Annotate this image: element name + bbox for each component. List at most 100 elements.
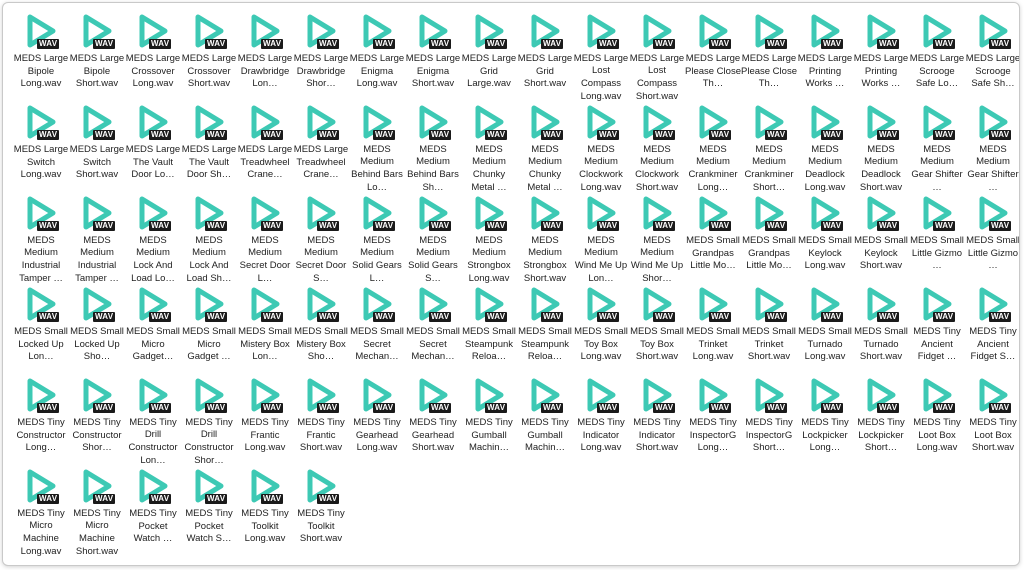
- wav-file-item[interactable]: WAV MEDS Small Turnado Long.wav: [797, 285, 853, 376]
- wav-file-item[interactable]: WAV MEDS Small Micro Gadget …: [181, 285, 237, 376]
- wav-file-item[interactable]: WAV MEDS Tiny Constructor Shor…: [69, 376, 125, 467]
- wav-file-item[interactable]: WAV MEDS Medium Strongbox Short.wav: [517, 194, 573, 285]
- wav-file-item[interactable]: WAV MEDS Small Keylock Short.wav: [853, 194, 909, 285]
- wav-file-item[interactable]: WAV MEDS Medium Industrial Tamper …: [13, 194, 69, 285]
- file-name-label: MEDS Large The Vault Door Lo…: [125, 144, 181, 181]
- wav-file-item[interactable]: WAV MEDS Tiny Micro Machine Short.wav: [69, 467, 125, 558]
- wav-file-item[interactable]: WAV MEDS Tiny Micro Machine Long.wav: [13, 467, 69, 558]
- wav-file-item[interactable]: WAV MEDS Small Steampunk Reloa…: [517, 285, 573, 376]
- wav-file-item[interactable]: WAV MEDS Small Mistery Box Lon…: [237, 285, 293, 376]
- wav-file-item[interactable]: WAV MEDS Large Lost Compass Short.wav: [629, 12, 685, 103]
- wav-file-item[interactable]: WAV MEDS Tiny Constructor Long…: [13, 376, 69, 467]
- wav-file-item[interactable]: WAV MEDS Medium Crankminer Short…: [741, 103, 797, 194]
- wav-file-item[interactable]: WAV MEDS Small Grandpas Little Mo…: [741, 194, 797, 285]
- wav-file-item[interactable]: WAV MEDS Medium Lock And Load Sh…: [181, 194, 237, 285]
- wav-file-item[interactable]: WAV MEDS Medium Clockwork Long.wav: [573, 103, 629, 194]
- wav-file-item[interactable]: WAV MEDS Small Trinket Short.wav: [741, 285, 797, 376]
- wav-file-item[interactable]: WAV MEDS Large Enigma Short.wav: [405, 12, 461, 103]
- wav-file-item[interactable]: WAV MEDS Tiny Ancient Fidget …: [909, 285, 965, 376]
- wav-file-item[interactable]: WAV MEDS Tiny Indicator Long.wav: [573, 376, 629, 467]
- wav-file-item[interactable]: WAV MEDS Medium Deadlock Short.wav: [853, 103, 909, 194]
- wav-file-item[interactable]: WAV MEDS Large The Vault Door Lo…: [125, 103, 181, 194]
- wav-file-item[interactable]: WAV MEDS Medium Behind Bars Lo…: [349, 103, 405, 194]
- wav-file-item[interactable]: WAV MEDS Small Trinket Long.wav: [685, 285, 741, 376]
- wav-file-item[interactable]: WAV MEDS Medium Wind Me Up Shor…: [629, 194, 685, 285]
- file-name-label: MEDS Large Crossover Long.wav: [125, 53, 181, 90]
- wav-file-item[interactable]: WAV MEDS Small Turnado Short.wav: [853, 285, 909, 376]
- wav-file-item[interactable]: WAV MEDS Medium Chunky Metal …: [517, 103, 573, 194]
- wav-file-item[interactable]: WAV MEDS Tiny InspectorG Long…: [685, 376, 741, 467]
- wav-file-item[interactable]: WAV MEDS Tiny Drill Constructor Lon…: [125, 376, 181, 467]
- wav-file-item[interactable]: WAV MEDS Large Bipole Long.wav: [13, 12, 69, 103]
- wav-file-item[interactable]: WAV MEDS Large Crossover Long.wav: [125, 12, 181, 103]
- wav-audio-file-icon: WAV: [248, 287, 284, 323]
- wav-file-item[interactable]: WAV MEDS Medium Industrial Tamper …: [69, 194, 125, 285]
- wav-file-item[interactable]: WAV MEDS Medium Secret Door S…: [293, 194, 349, 285]
- wav-file-item[interactable]: WAV MEDS Medium Lock And Load Lo…: [125, 194, 181, 285]
- wav-file-item[interactable]: WAV MEDS Large Lost Compass Long.wav: [573, 12, 629, 103]
- wav-file-item[interactable]: WAV MEDS Large Grid Large.wav: [461, 12, 517, 103]
- wav-file-item[interactable]: WAV MEDS Large Scrooge Safe Sh…: [965, 12, 1019, 103]
- wav-file-item[interactable]: WAV MEDS Large Crossover Short.wav: [181, 12, 237, 103]
- wav-file-item[interactable]: WAV MEDS Medium Gear Shifter …: [965, 103, 1019, 194]
- wav-file-item[interactable]: WAV MEDS Small Grandpas Little Mo…: [685, 194, 741, 285]
- wav-file-item[interactable]: WAV MEDS Large Please Close Th…: [685, 12, 741, 103]
- wav-file-item[interactable]: WAV MEDS Tiny Toolkit Long.wav: [237, 467, 293, 558]
- wav-file-item[interactable]: WAV MEDS Small Toy Box Long.wav: [573, 285, 629, 376]
- wav-file-item[interactable]: WAV MEDS Tiny Toolkit Short.wav: [293, 467, 349, 558]
- wav-file-item[interactable]: WAV MEDS Small Secret Mechan…: [405, 285, 461, 376]
- wav-file-item[interactable]: WAV MEDS Small Steampunk Reloa…: [461, 285, 517, 376]
- wav-file-item[interactable]: WAV MEDS Medium Solid Gears S…: [405, 194, 461, 285]
- wav-file-item[interactable]: WAV MEDS Large Printing Works …: [797, 12, 853, 103]
- wav-file-item[interactable]: WAV MEDS Small Secret Mechan…: [349, 285, 405, 376]
- wav-file-item[interactable]: WAV MEDS Large Scrooge Safe Lo…: [909, 12, 965, 103]
- wav-file-item[interactable]: WAV MEDS Small Keylock Long.wav: [797, 194, 853, 285]
- wav-file-item[interactable]: WAV MEDS Tiny Indicator Short.wav: [629, 376, 685, 467]
- wav-file-item[interactable]: WAV MEDS Large Switch Long.wav: [13, 103, 69, 194]
- wav-file-item[interactable]: WAV MEDS Small Little Gizmo …: [909, 194, 965, 285]
- wav-file-item[interactable]: WAV MEDS Tiny Gearhead Long.wav: [349, 376, 405, 467]
- wav-file-item[interactable]: WAV MEDS Tiny InspectorG Short…: [741, 376, 797, 467]
- wav-file-item[interactable]: WAV MEDS Tiny Loot Box Short.wav: [965, 376, 1019, 467]
- wav-file-item[interactable]: WAV MEDS Large Enigma Long.wav: [349, 12, 405, 103]
- wav-file-item[interactable]: WAV MEDS Small Micro Gadget…: [125, 285, 181, 376]
- wav-file-item[interactable]: WAV MEDS Large Printing Works …: [853, 12, 909, 103]
- wav-file-item[interactable]: WAV MEDS Tiny Gumball Machin…: [461, 376, 517, 467]
- wav-file-item[interactable]: WAV MEDS Large Please Close Th…: [741, 12, 797, 103]
- wav-file-item[interactable]: WAV MEDS Small Little Gizmo …: [965, 194, 1019, 285]
- wav-file-item[interactable]: WAV MEDS Small Mistery Box Sho…: [293, 285, 349, 376]
- wav-file-item[interactable]: WAV MEDS Tiny Frantic Long.wav: [237, 376, 293, 467]
- wav-file-item[interactable]: WAV MEDS Medium Chunky Metal …: [461, 103, 517, 194]
- wav-file-item[interactable]: WAV MEDS Small Locked Up Lon…: [13, 285, 69, 376]
- wav-file-item[interactable]: WAV MEDS Medium Secret Door L…: [237, 194, 293, 285]
- wav-file-item[interactable]: WAV MEDS Large Bipole Short.wav: [69, 12, 125, 103]
- wav-file-item[interactable]: WAV MEDS Medium Gear Shifter …: [909, 103, 965, 194]
- wav-file-item[interactable]: WAV MEDS Large Grid Short.wav: [517, 12, 573, 103]
- wav-file-item[interactable]: WAV MEDS Large Treadwheel Crane…: [293, 103, 349, 194]
- wav-file-item[interactable]: WAV MEDS Large Switch Short.wav: [69, 103, 125, 194]
- wav-file-item[interactable]: WAV MEDS Medium Behind Bars Sh…: [405, 103, 461, 194]
- wav-file-item[interactable]: WAV MEDS Large Drawbridge Shor…: [293, 12, 349, 103]
- wav-file-item[interactable]: WAV MEDS Medium Clockwork Short.wav: [629, 103, 685, 194]
- wav-file-item[interactable]: WAV MEDS Tiny Gearhead Short.wav: [405, 376, 461, 467]
- wav-file-item[interactable]: WAV MEDS Large Drawbridge Lon…: [237, 12, 293, 103]
- wav-file-item[interactable]: WAV MEDS Small Toy Box Short.wav: [629, 285, 685, 376]
- wav-file-item[interactable]: WAV MEDS Tiny Ancient Fidget S…: [965, 285, 1019, 376]
- wav-file-item[interactable]: WAV MEDS Tiny Drill Constructor Shor…: [181, 376, 237, 467]
- wav-file-item[interactable]: WAV MEDS Small Locked Up Sho…: [69, 285, 125, 376]
- wav-file-item[interactable]: WAV MEDS Tiny Frantic Short.wav: [293, 376, 349, 467]
- wav-file-item[interactable]: WAV MEDS Medium Solid Gears L…: [349, 194, 405, 285]
- wav-file-item[interactable]: WAV MEDS Tiny Lockpicker Long…: [797, 376, 853, 467]
- wav-file-item[interactable]: WAV MEDS Tiny Loot Box Long.wav: [909, 376, 965, 467]
- wav-file-item[interactable]: WAV MEDS Medium Deadlock Long.wav: [797, 103, 853, 194]
- wav-file-item[interactable]: WAV MEDS Large Treadwheel Crane…: [237, 103, 293, 194]
- wav-file-item[interactable]: WAV MEDS Large The Vault Door Sh…: [181, 103, 237, 194]
- wav-file-item[interactable]: WAV MEDS Tiny Pocket Watch S…: [181, 467, 237, 558]
- wav-file-item[interactable]: WAV MEDS Tiny Gumball Machin…: [517, 376, 573, 467]
- wav-file-item[interactable]: WAV MEDS Medium Strongbox Long.wav: [461, 194, 517, 285]
- file-name-label: MEDS Tiny InspectorG Short…: [745, 417, 793, 454]
- wav-file-item[interactable]: WAV MEDS Tiny Lockpicker Short…: [853, 376, 909, 467]
- wav-file-item[interactable]: WAV MEDS Medium Wind Me Up Lon…: [573, 194, 629, 285]
- wav-file-item[interactable]: WAV MEDS Tiny Pocket Watch …: [125, 467, 181, 558]
- wav-file-item[interactable]: WAV MEDS Medium Crankminer Long…: [685, 103, 741, 194]
